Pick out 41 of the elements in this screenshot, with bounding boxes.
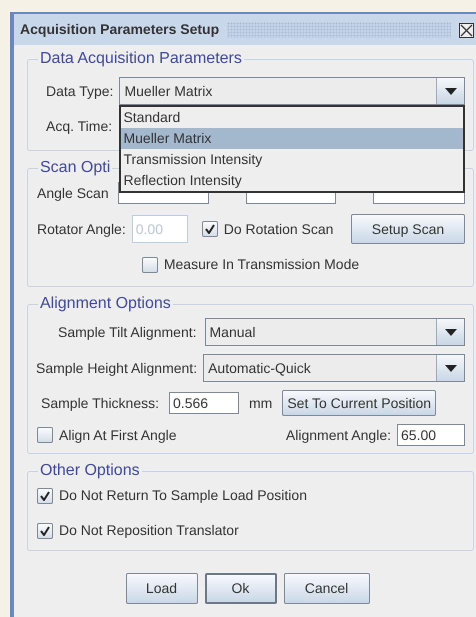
dropdown-option[interactable]: Transmission Intensity	[121, 149, 463, 170]
window-title: Acquisition Parameters Setup	[20, 20, 220, 39]
field-label: Angle Scan	[37, 184, 109, 203]
field-label: Sample Thickness:	[41, 394, 160, 413]
unit-label: mm	[249, 394, 272, 412]
checkbox-label: Measure In Transmission Mode	[164, 255, 360, 274]
set-position-button[interactable]: Set To Current Position	[282, 390, 436, 416]
dialog-button[interactable]: Cancel	[284, 573, 370, 604]
field-label: Data Type:	[46, 82, 114, 101]
group-title: Alignment Options	[39, 296, 172, 312]
dropdown[interactable]: Automatic-Quick	[203, 354, 465, 382]
caret-icon	[444, 88, 456, 94]
group-title: Other Options	[39, 463, 141, 479]
dropdown-option[interactable]: Mueller Matrix	[121, 128, 463, 149]
checkbox[interactable]	[37, 427, 53, 443]
dialog-button[interactable]: Load	[126, 573, 198, 604]
group-title: Scan Opti	[39, 160, 112, 176]
group-title: Data Acquisition Parameters	[39, 51, 243, 67]
checkbox-label: Do Rotation Scan	[224, 220, 334, 238]
input-field[interactable]: 0.566	[169, 392, 240, 414]
checkbox[interactable]	[37, 522, 53, 538]
input-field[interactable]: 65.00	[397, 424, 465, 446]
checkbox-label: Do Not Reposition Translator	[59, 521, 239, 540]
caret-icon	[444, 328, 456, 336]
checkbox[interactable]	[202, 221, 218, 237]
checkbox-label: Do Not Return To Sample Load Position	[59, 486, 307, 505]
caret-icon	[444, 364, 456, 372]
field-label: Sample Tilt Alignment:	[58, 322, 197, 342]
field-label: Sample Height Alignment:	[36, 358, 198, 378]
field-label: Acq. Time:	[46, 116, 112, 136]
field-label: Rotator Angle:	[37, 220, 126, 239]
setup-scan-button[interactable]: Setup Scan	[351, 214, 465, 244]
close-icon[interactable]	[459, 22, 474, 38]
checkbox[interactable]	[142, 256, 158, 272]
checkbox-label: Align At First Angle	[59, 426, 177, 445]
dropdown-option[interactable]: Reflection Intensity	[121, 170, 463, 191]
dropdown[interactable]: Manual	[204, 318, 465, 346]
field-label: Alignment Angle:	[286, 426, 391, 445]
dropdown-option[interactable]: Standard	[121, 107, 463, 128]
checkbox[interactable]	[37, 488, 53, 504]
dialog-button[interactable]: Ok	[204, 573, 276, 604]
